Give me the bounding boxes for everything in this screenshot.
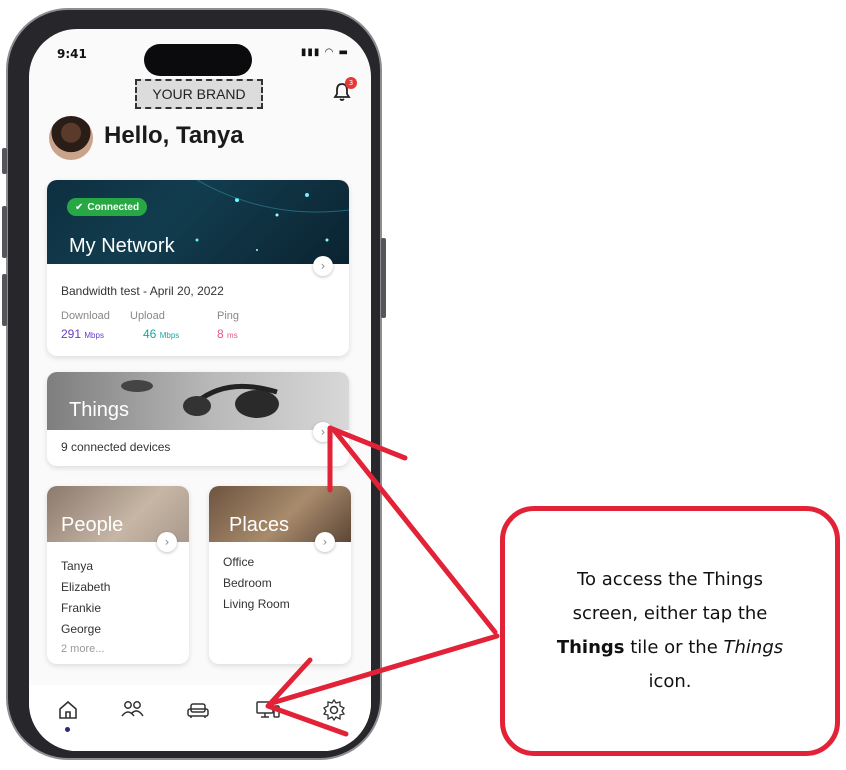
callout-line-1: To access the Things (577, 569, 763, 590)
callout-box: To access the Things screen, either tap … (500, 506, 840, 756)
callout-italic-things: Things (723, 637, 784, 658)
arrow-to-things-icon (269, 633, 500, 706)
arrow-head-icon (265, 657, 349, 737)
callout-line-2: screen, either tap the (572, 603, 768, 624)
callout-bold-things: Things (556, 637, 625, 658)
arrow-to-things-tile (331, 427, 498, 635)
callout-line-3: Things tile or the Things (557, 631, 783, 665)
callout-mid: tile or the (624, 637, 724, 658)
callout-line-4: icon. (648, 671, 692, 692)
